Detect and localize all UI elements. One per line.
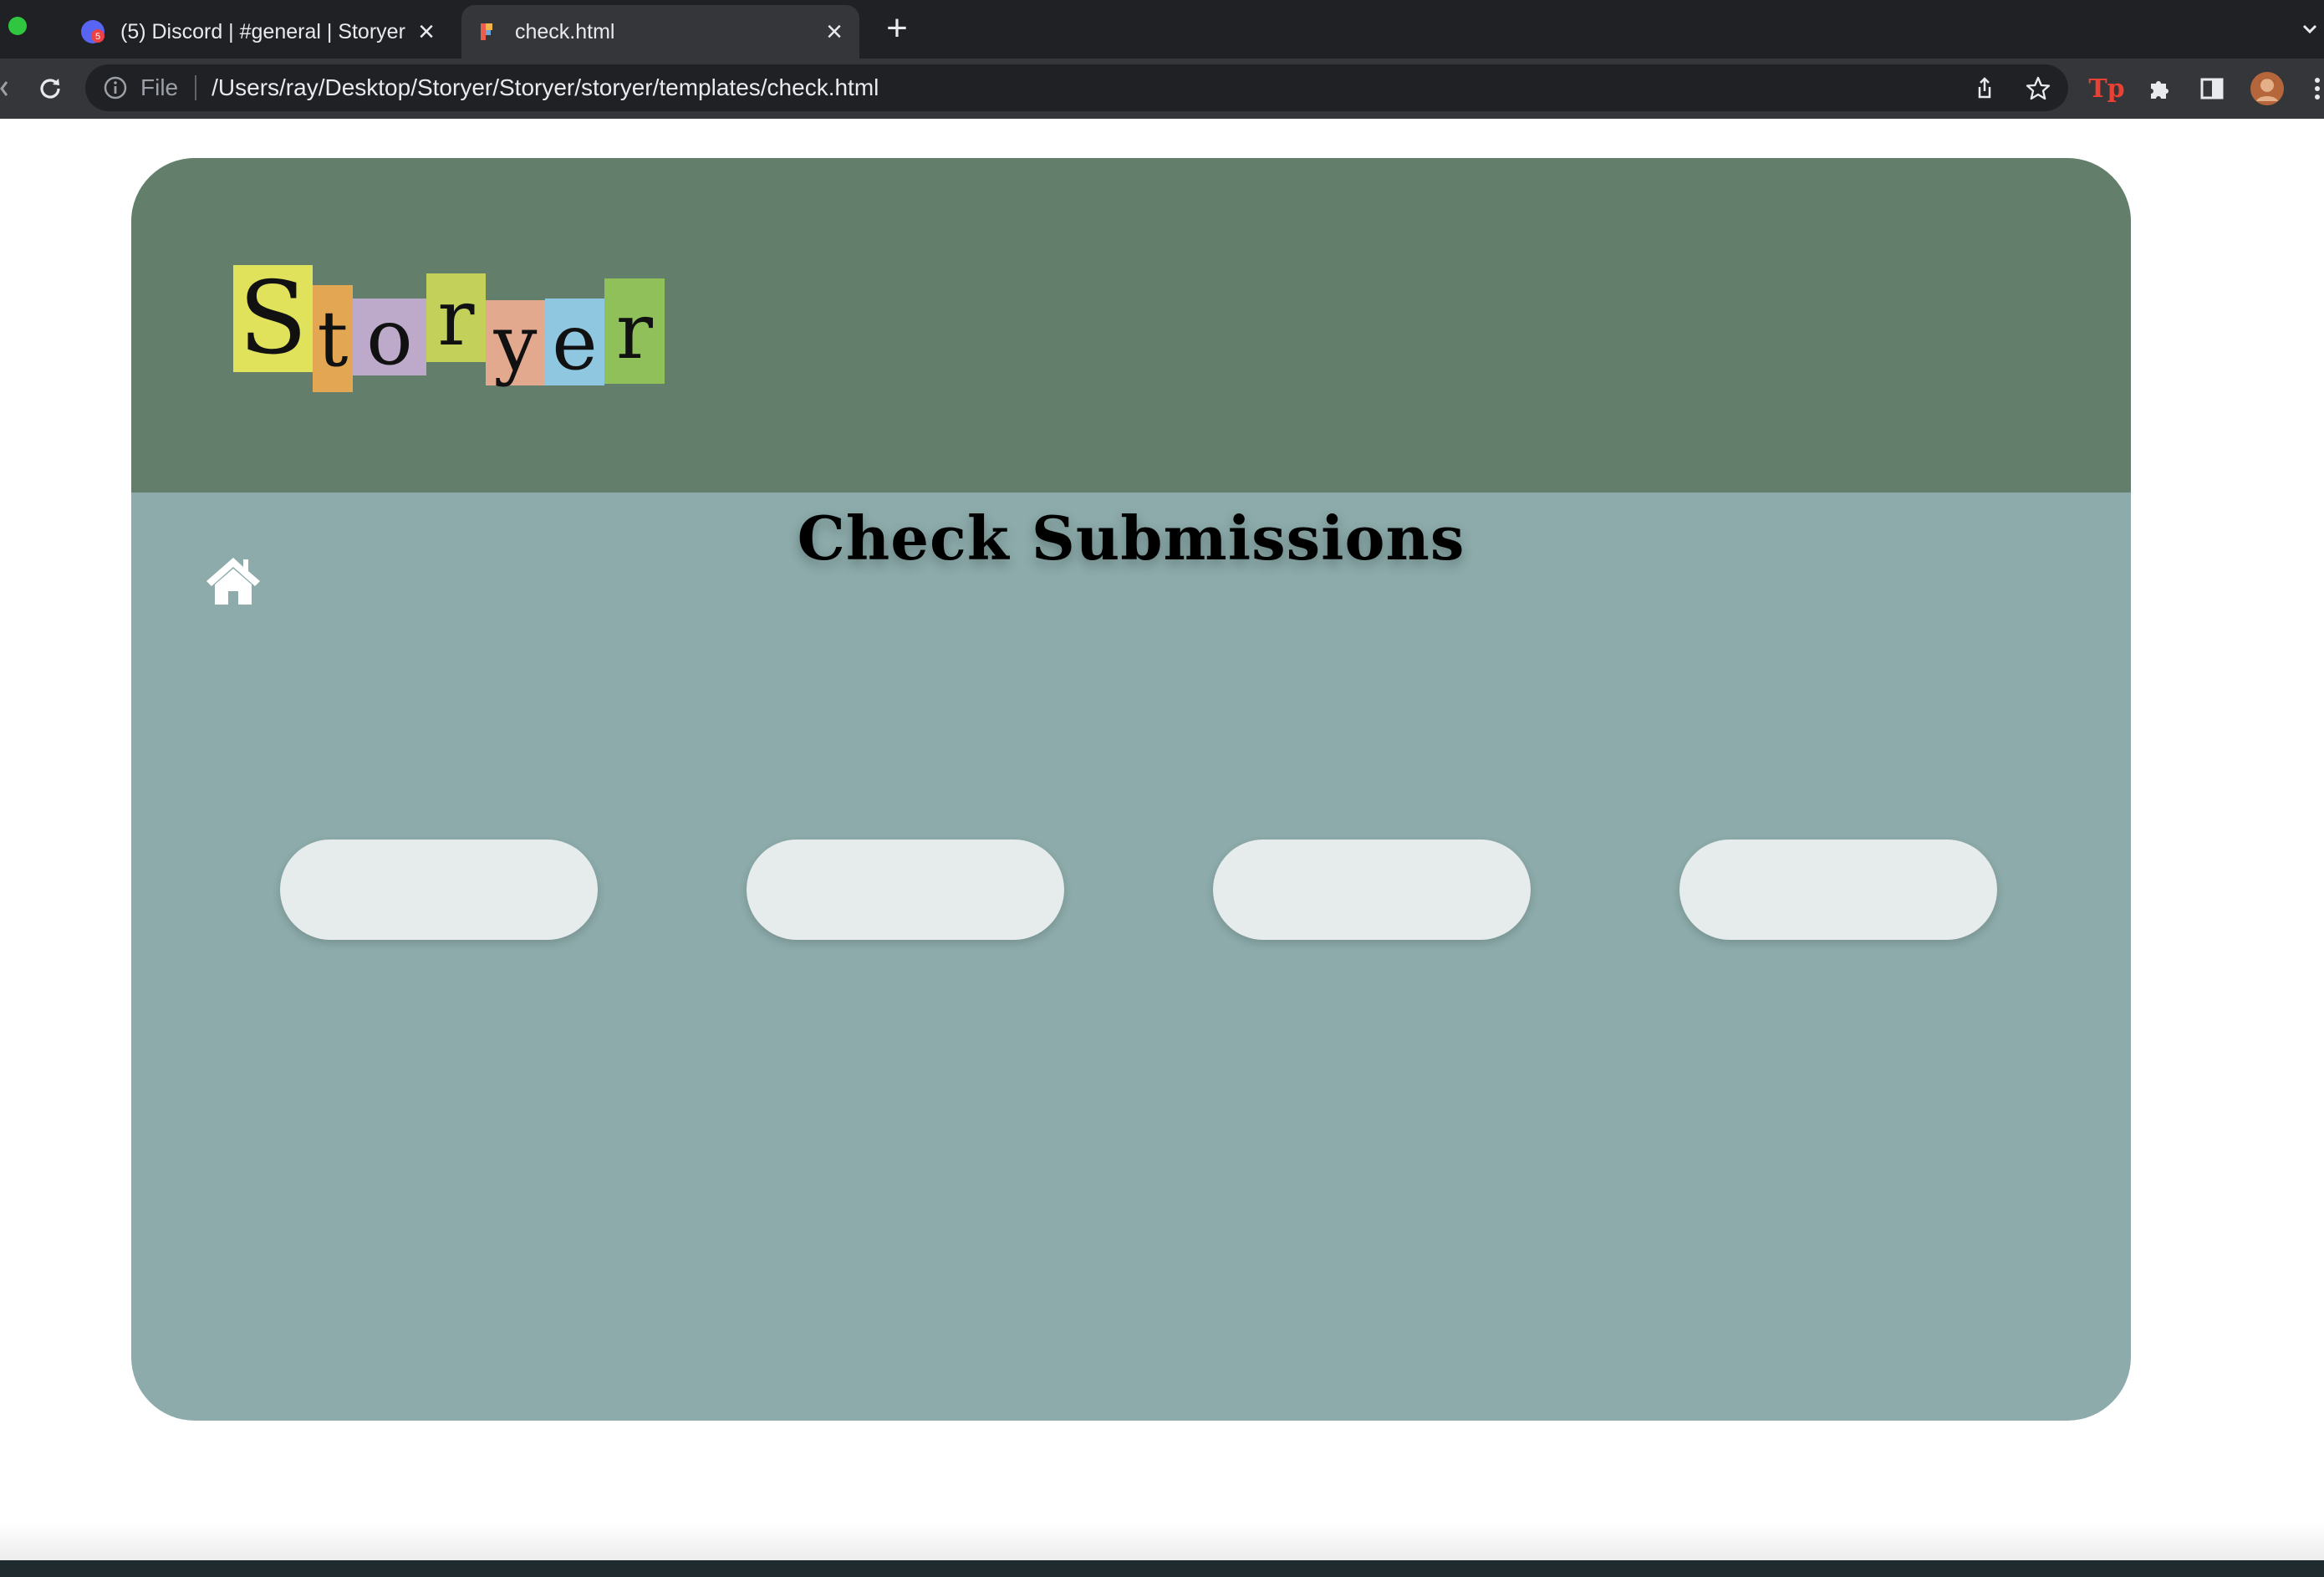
logo-letter: r bbox=[604, 278, 665, 384]
tab-strip: 5 (5) Discord | #general | Storyer × che… bbox=[0, 0, 2324, 59]
divider bbox=[195, 75, 197, 100]
tab-close-button[interactable]: × bbox=[410, 15, 443, 48]
info-icon[interactable] bbox=[102, 74, 129, 101]
discord-icon: 5 bbox=[80, 19, 105, 44]
window-zoom-button[interactable] bbox=[8, 17, 27, 35]
logo-letter: r bbox=[426, 273, 486, 363]
extension-tp-icon[interactable]: Tp bbox=[2088, 74, 2124, 104]
svg-text:5: 5 bbox=[95, 32, 100, 42]
url-scheme-label: File bbox=[140, 74, 179, 100]
bookmark-star-icon[interactable] bbox=[2023, 74, 2053, 104]
share-icon[interactable] bbox=[1970, 74, 2000, 104]
new-tab-button[interactable]: + bbox=[879, 10, 915, 47]
logo-letter: o bbox=[353, 293, 426, 382]
submission-button-3[interactable] bbox=[1213, 840, 1531, 940]
logo-letter: e bbox=[545, 298, 604, 387]
side-panel-icon[interactable] bbox=[2197, 74, 2227, 104]
tab-close-button[interactable]: × bbox=[818, 15, 851, 48]
page-bottom-fade bbox=[0, 1522, 2324, 1560]
address-bar[interactable]: File /Users/ray/Desktop/Storyer/Storyer/… bbox=[85, 64, 2068, 111]
os-dock-edge bbox=[0, 1560, 2324, 1577]
reload-icon[interactable] bbox=[33, 72, 67, 105]
submission-button-2[interactable] bbox=[747, 840, 1064, 940]
tab-title: (5) Discord | #general | Storyer bbox=[120, 19, 405, 43]
tab-title: check.html bbox=[515, 19, 615, 43]
logo-letter: y bbox=[486, 299, 545, 388]
logo-letter: S bbox=[233, 261, 313, 377]
kebab-menu-icon[interactable] bbox=[2311, 74, 2324, 104]
tab-discord[interactable]: 5 (5) Discord | #general | Storyer × bbox=[67, 5, 451, 59]
back-arrow-icon[interactable] bbox=[0, 79, 8, 99]
browser-toolbar: File /Users/ray/Desktop/Storyer/Storyer/… bbox=[0, 59, 2324, 119]
site-header: S t o r y e r bbox=[131, 158, 2131, 492]
chevron-down-icon[interactable] bbox=[2297, 17, 2322, 42]
extensions-puzzle-icon[interactable] bbox=[2144, 74, 2174, 104]
profile-avatar[interactable] bbox=[2249, 70, 2286, 107]
main-card: S t o r y e r Check Submissions bbox=[131, 158, 2131, 1421]
url-text[interactable]: /Users/ray/Desktop/Storyer/Storyer/story… bbox=[212, 74, 879, 101]
file-icon bbox=[475, 19, 500, 44]
submission-button-4[interactable] bbox=[1679, 840, 1997, 940]
tab-check-html[interactable]: check.html × bbox=[461, 5, 859, 59]
logo-letter: t bbox=[313, 285, 353, 392]
storyer-logo[interactable]: S t o r y e r bbox=[233, 261, 668, 399]
page-title: Check Submissions bbox=[797, 503, 1465, 574]
submission-button-1[interactable] bbox=[280, 840, 598, 940]
